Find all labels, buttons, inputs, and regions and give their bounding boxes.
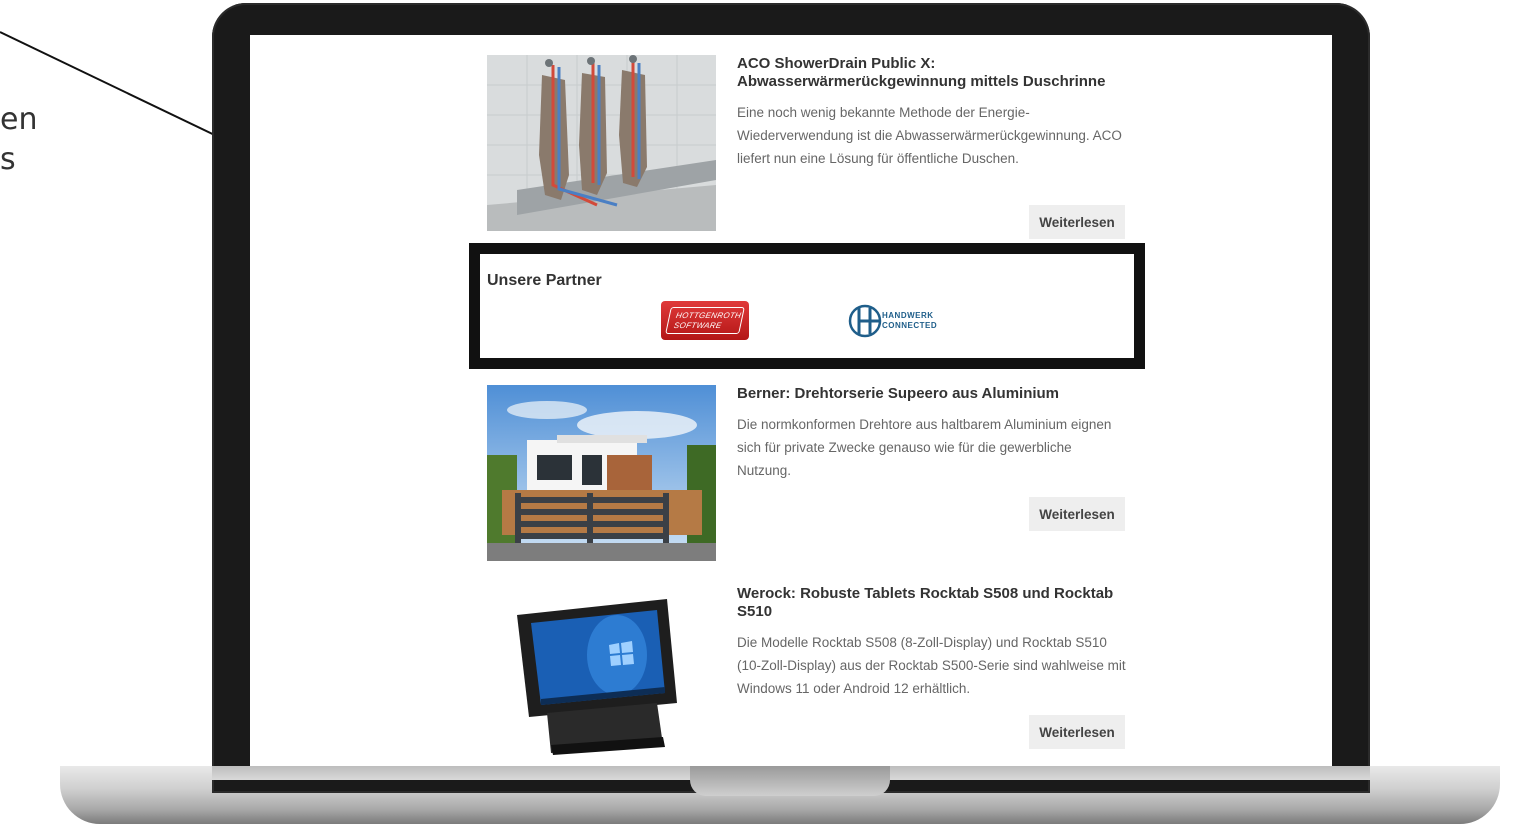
- article-berner-body: Berner: Drehtorserie Supeero aus Alumini…: [737, 385, 1127, 482]
- berner-gate-image[interactable]: [487, 385, 716, 561]
- laptop-notch: [690, 766, 890, 796]
- handwerk-logo-text: HANDWERK CONNECTED: [882, 311, 938, 330]
- article-berner: Berner: Drehtorserie Supeero aus Alumini…: [487, 385, 1127, 565]
- article-werock: Werock: Robuste Tablets Rocktab S508 und…: [487, 585, 1127, 765]
- article-title[interactable]: ACO ShowerDrain Public X: Abwasserwärmer…: [737, 55, 1127, 91]
- callout-text: en s: [0, 102, 38, 177]
- article-aco-body: ACO ShowerDrain Public X: Abwasserwärmer…: [737, 55, 1127, 170]
- werock-tablet-image[interactable]: [487, 585, 716, 761]
- handwerk-connected-logo[interactable]: HANDWERK CONNECTED: [848, 302, 952, 340]
- article-aco: ACO ShowerDrain Public X: Abwasserwärmer…: [487, 55, 1127, 245]
- read-more-button[interactable]: Weiterlesen: [1029, 205, 1125, 239]
- article-werock-body: Werock: Robuste Tablets Rocktab S508 und…: [737, 585, 1127, 700]
- hottgenroth-logo[interactable]: HOTTGENROTH SOFTWARE: [661, 301, 749, 340]
- article-text: Eine noch wenig bekannte Methode der Ene…: [737, 105, 1122, 166]
- article-title[interactable]: Berner: Drehtorserie Supeero aus Alumini…: [737, 385, 1127, 403]
- laptop-screen: ACO ShowerDrain Public X: Abwasserwärmer…: [250, 35, 1332, 766]
- partner-box: Unsere Partner HOTTGENROTH SOFTWARE HAND…: [469, 243, 1145, 369]
- article-text: Die normkonformen Drehtore aus haltbarem…: [737, 417, 1112, 478]
- handwerk-h-icon: [848, 304, 882, 338]
- read-more-button[interactable]: Weiterlesen: [1029, 497, 1125, 531]
- partner-heading: Unsere Partner: [487, 272, 602, 289]
- read-more-button[interactable]: Weiterlesen: [1029, 715, 1125, 749]
- hottgenroth-logo-text: HOTTGENROTH SOFTWARE: [665, 307, 745, 334]
- aco-showerdrain-image[interactable]: [487, 55, 716, 231]
- article-title[interactable]: Werock: Robuste Tablets Rocktab S508 und…: [737, 585, 1127, 621]
- article-text: Die Modelle Rocktab S508 (8-Zoll-Display…: [737, 635, 1126, 696]
